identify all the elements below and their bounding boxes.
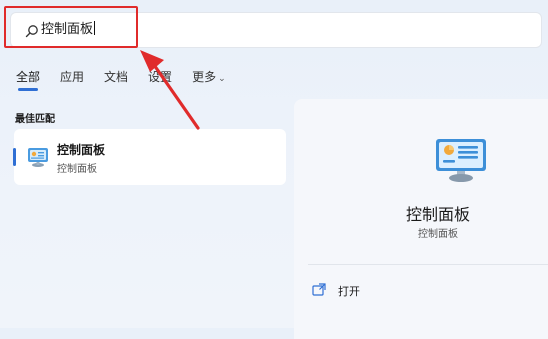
- tab-settings[interactable]: 设置: [148, 69, 172, 87]
- section-title: 最佳匹配: [15, 114, 55, 125]
- result-subtitle: 控制面板: [57, 164, 97, 175]
- result-title: 控制面板: [57, 143, 106, 157]
- chevron-down-icon: ⌄: [218, 74, 226, 84]
- tab-label: 全部: [16, 70, 41, 84]
- tab-all[interactable]: 全部: [16, 69, 41, 91]
- detail-subtitle: 控制面板: [418, 229, 458, 240]
- tab-more[interactable]: 更多 ⌄: [192, 69, 226, 87]
- tab-apps[interactable]: 应用: [60, 69, 84, 87]
- divider: [308, 264, 548, 265]
- tab-label: 文档: [104, 70, 129, 84]
- open-action[interactable]: 打开: [312, 282, 532, 302]
- tab-label: 应用: [60, 70, 85, 84]
- tab-documents[interactable]: 文档: [104, 69, 128, 87]
- control-panel-icon: [436, 139, 486, 182]
- filter-tabs: 全部 应用 文档 设置 更多 ⌄: [16, 69, 246, 91]
- open-icon: [312, 283, 326, 296]
- best-match-item[interactable]: 控制面板 控制面板: [13, 129, 286, 185]
- open-label: 打开: [338, 285, 360, 298]
- detail-panel: 控制面板 控制面板 打开: [294, 99, 548, 339]
- detail-title: 控制面板: [405, 205, 470, 224]
- control-panel-icon: [28, 148, 48, 167]
- highlight-box: [4, 6, 138, 48]
- tab-label: 更多: [192, 70, 217, 84]
- tab-label: 设置: [148, 70, 173, 84]
- selection-indicator: [13, 148, 16, 166]
